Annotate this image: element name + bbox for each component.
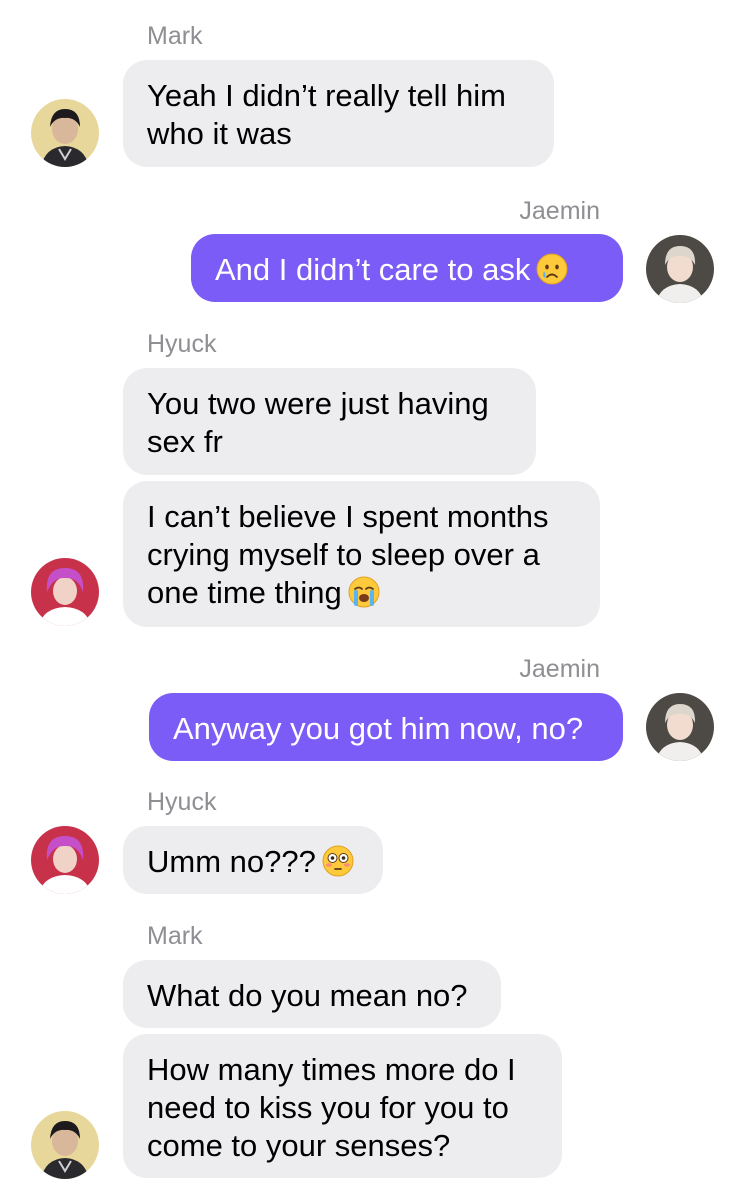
message-text-line: need to kiss you for you to (147, 1090, 509, 1125)
avatar-hyuck[interactable] (31, 826, 99, 894)
message-text-line: sex fr (147, 424, 223, 459)
sender-label-jaemin: Jaemin (519, 655, 600, 683)
loudly-crying-face-icon (348, 576, 380, 608)
avatar-jaemin[interactable] (646, 693, 714, 761)
sender-label-hyuck: Hyuck (147, 330, 217, 358)
message-text-line: You two were just having (147, 386, 489, 421)
message-text-line: crying myself to sleep over a (147, 537, 540, 572)
message-bubble[interactable]: What do you mean no? (123, 960, 501, 1028)
message-text-line: What do you mean no? (147, 978, 468, 1013)
message-bubble[interactable]: You two were just having sex fr (123, 368, 536, 475)
message-text-line: I can’t believe I spent months (147, 499, 549, 534)
message-bubble[interactable]: Anyway you got him now, no? (149, 693, 623, 761)
message-bubble[interactable]: Yeah I didn’t really tell him who it was (123, 60, 554, 167)
message-bubble[interactable]: I can’t believe I spent months crying my… (123, 481, 600, 627)
message-bubble[interactable]: Umm no??? (123, 826, 383, 894)
crying-face-icon (536, 253, 568, 285)
message-text-line: Anyway you got him now, no? (173, 711, 584, 746)
sender-label-mark: Mark (147, 22, 203, 50)
message-text-line: come to your senses? (147, 1128, 451, 1163)
message-bubble[interactable]: How many times more do I need to kiss yo… (123, 1034, 562, 1178)
avatar-jaemin[interactable] (646, 235, 714, 303)
message-text-line: who it was (147, 116, 292, 151)
message-text-line: one time thing (147, 575, 342, 610)
sender-label-jaemin: Jaemin (519, 197, 600, 225)
avatar-hyuck[interactable] (31, 558, 99, 626)
sender-label-hyuck: Hyuck (147, 788, 217, 816)
message-bubble[interactable]: And I didn’t care to ask (191, 234, 623, 302)
sender-label-mark: Mark (147, 922, 203, 950)
message-text-line: Yeah I didn’t really tell him (147, 78, 506, 113)
message-text-line: How many times more do I (147, 1052, 516, 1087)
flushed-face-icon (322, 845, 354, 877)
avatar-mark[interactable] (31, 99, 99, 167)
message-text-line: Umm no??? (147, 844, 316, 879)
avatar-mark[interactable] (31, 1111, 99, 1179)
message-text-line: And I didn’t care to ask (215, 252, 531, 287)
